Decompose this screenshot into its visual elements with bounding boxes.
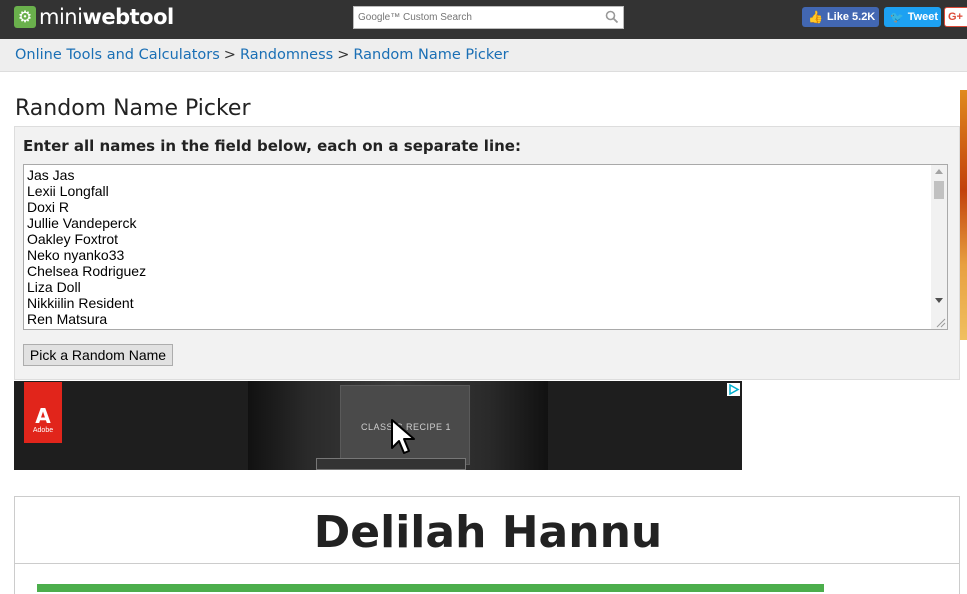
adobe-word: Adobe bbox=[32, 427, 54, 434]
resize-grip-icon[interactable] bbox=[934, 316, 946, 328]
side-ad-edge[interactable] bbox=[960, 90, 967, 340]
breadcrumb-bar: Online Tools and Calculators > Randomness >… bbox=[0, 39, 967, 72]
result-green-bar bbox=[37, 584, 824, 592]
result-box: Delilah Hannu bbox=[14, 496, 960, 564]
adobe-a-icon: A bbox=[35, 404, 51, 428]
name-line: Jullie Vandeperck bbox=[27, 215, 137, 231]
ad-ui-bar bbox=[316, 458, 466, 470]
name-line: Lexii Longfall bbox=[27, 183, 109, 199]
scroll-down-arrow-icon[interactable] bbox=[935, 298, 943, 303]
search-input[interactable] bbox=[356, 9, 606, 26]
name-line: Jas Jas bbox=[27, 167, 75, 183]
ad-choices-icon[interactable] bbox=[727, 383, 740, 396]
page-title: Random Name Picker bbox=[15, 96, 251, 121]
tweet-button[interactable]: 🐦 Tweet bbox=[884, 7, 941, 27]
name-line: Ren Matsura bbox=[27, 311, 108, 327]
name-line: Liza Doll bbox=[27, 279, 81, 295]
tweet-label: Tweet bbox=[907, 11, 939, 23]
name-line: Neko nyanko33 bbox=[27, 247, 125, 263]
breadcrumb-separator: > bbox=[223, 47, 236, 63]
name-picker-form: Enter all names in the field below, each… bbox=[14, 126, 960, 380]
textarea-scrollbar[interactable] bbox=[931, 165, 947, 329]
breadcrumb-link-tools[interactable]: Online Tools and Calculators bbox=[15, 47, 220, 63]
search-icon[interactable] bbox=[605, 10, 619, 24]
twitter-bird-icon: 🐦 bbox=[890, 11, 904, 24]
name-line: Oakley Foxtrot bbox=[27, 231, 119, 247]
name-line: Chelsea Rodriguez bbox=[27, 263, 147, 279]
picked-name: Delilah Hannu bbox=[313, 507, 663, 558]
top-bar: ⚙ miniwebtool 👍Like 5.2K 🐦Tweet G+ bbox=[0, 0, 967, 39]
breadcrumb-link-randomness[interactable]: Randomness bbox=[240, 47, 333, 63]
site-logo[interactable]: ⚙ miniwebtool bbox=[14, 5, 174, 29]
facebook-like-button[interactable]: 👍 Like 5.2K bbox=[802, 7, 879, 27]
name-line: Nikkiilin Resident bbox=[27, 295, 134, 311]
advertisement-banner[interactable]: A Adobe CLASSIC RECIPE 1 bbox=[14, 381, 742, 470]
thumbs-up-icon: 👍 bbox=[808, 10, 823, 24]
scrollbar-thumb[interactable] bbox=[934, 181, 944, 199]
names-list: Jas Jas Lexii Longfall Doxi R Jullie Van… bbox=[27, 167, 927, 327]
breadcrumb-separator: > bbox=[337, 47, 350, 63]
facebook-like-label: Like 5.2K bbox=[826, 11, 876, 23]
names-textarea[interactable]: Jas Jas Lexii Longfall Doxi R Jullie Van… bbox=[23, 164, 948, 330]
google-plus-button[interactable]: G+ bbox=[944, 7, 967, 27]
breadcrumb: Online Tools and Calculators > Randomness >… bbox=[15, 47, 509, 63]
names-instruction: Enter all names in the field below, each… bbox=[23, 137, 521, 155]
custom-search-box[interactable] bbox=[353, 6, 624, 29]
adobe-logo[interactable]: A Adobe bbox=[24, 382, 62, 443]
pick-random-name-button[interactable]: Pick a Random Name bbox=[23, 344, 173, 366]
logo-text: miniwebtool bbox=[39, 5, 174, 29]
scroll-up-arrow-icon[interactable] bbox=[935, 169, 943, 174]
breadcrumb-link-random-name-picker[interactable]: Random Name Picker bbox=[353, 47, 508, 63]
mouse-cursor-icon bbox=[391, 419, 415, 454]
name-line: Doxi R bbox=[27, 199, 70, 215]
gear-icon: ⚙ bbox=[14, 6, 36, 28]
